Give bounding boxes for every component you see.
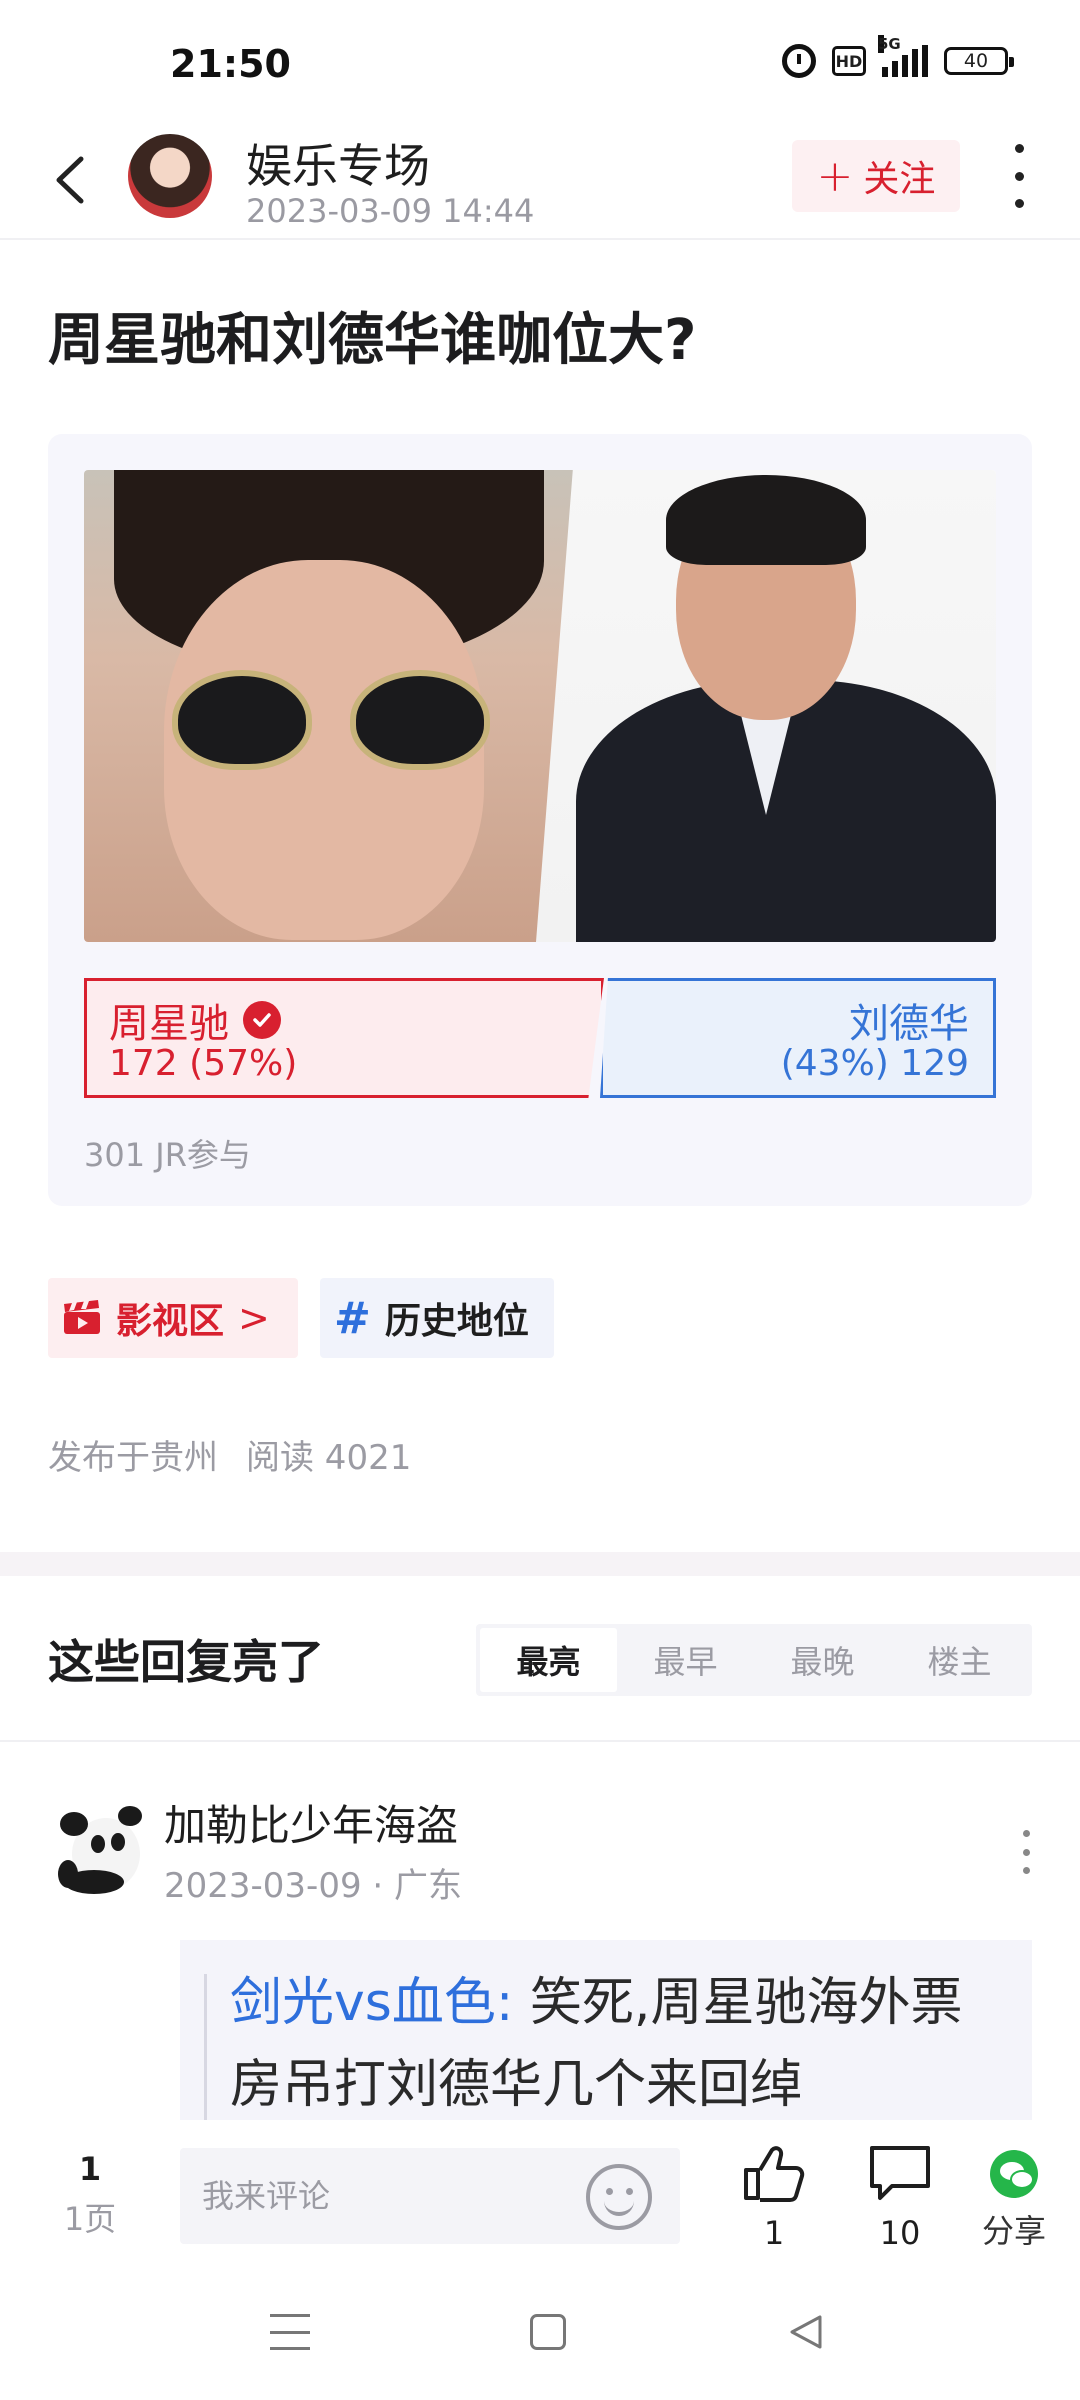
hashtag-icon: # <box>334 1292 371 1344</box>
reply-sort-tabs: 最亮 最早 最晚 楼主 <box>476 1624 1032 1696</box>
bottom-action-bar: 1 1页 1 10 分享 <box>0 2120 1080 2270</box>
signal-icon: 5G <box>878 35 928 77</box>
emoji-icon[interactable] <box>586 2164 652 2230</box>
quote-user[interactable]: 剑光vs血色: <box>230 1973 513 2033</box>
vote-participants: 301 JR参与 <box>84 1136 251 1174</box>
home-icon[interactable] <box>530 2314 566 2350</box>
share-label: 分享 <box>981 2212 1046 2250</box>
like-count: 1 <box>763 2214 785 2252</box>
right-option-name: 刘德华 <box>849 1001 969 1047</box>
replies-title: 这些回复亮了 <box>48 1635 324 1689</box>
follow-button[interactable]: + 关注 <box>792 140 960 212</box>
post-title: 周星驰和刘德华谁咖位大? <box>48 308 697 373</box>
tab-brightest[interactable]: 最亮 <box>480 1628 617 1692</box>
page-number: 1 <box>78 2150 102 2188</box>
post-location: 发布于贵州 <box>48 1438 218 1478</box>
left-option-name: 周星驰 <box>109 1001 229 1047</box>
chevron-right-icon: > <box>238 1296 270 1340</box>
tab-latest[interactable]: 最晚 <box>754 1628 891 1692</box>
section-divider <box>0 1552 1080 1576</box>
battery-icon: 40 <box>944 47 1014 75</box>
quoted-reply[interactable]: 剑光vs血色: 笑死,周星驰海外票房吊打刘德华几个来回绰 <box>180 1940 1032 2120</box>
vote-card: 周星驰 172 (57%) 刘德华 (43%) 129 301 JR参与 <box>48 434 1032 1206</box>
status-time: 21:50 <box>170 42 291 86</box>
tab-op-only[interactable]: 楼主 <box>891 1628 1028 1692</box>
vote-option-left[interactable]: 周星驰 172 (57%) <box>84 978 604 1098</box>
status-bar: 21:50 HD 5G 40 <box>0 0 1080 130</box>
vote-photos <box>84 470 996 942</box>
quote-text: 剑光vs血色: 笑死,周星驰海外票房吊打刘德华几个来回绰 <box>230 1962 1010 2120</box>
commenter-name[interactable]: 加勒比少年海盗 <box>164 1792 458 1853</box>
system-nav-bar <box>0 2270 1080 2400</box>
sunglasses-illustration <box>172 670 492 780</box>
right-option-photo[interactable] <box>536 470 996 942</box>
alarm-icon <box>782 44 816 78</box>
nav-back-icon[interactable] <box>788 2314 824 2350</box>
thumbs-up-icon <box>744 2146 805 2202</box>
channel-name[interactable]: 娱乐专场 <box>246 130 430 196</box>
left-option-count: 172 (57%) <box>109 1043 298 1084</box>
page-label: 1页 <box>63 2200 117 2238</box>
clapperboard-icon <box>62 1300 102 1336</box>
board-tag[interactable]: 影视区 > <box>48 1278 298 1358</box>
plus-icon: + <box>816 150 854 202</box>
tab-earliest[interactable]: 最早 <box>617 1628 754 1692</box>
wechat-icon <box>990 2150 1038 2198</box>
comment-input-box <box>180 2148 680 2244</box>
comment-more-icon[interactable] <box>1020 1830 1032 1874</box>
comment-count: 10 <box>879 2214 921 2252</box>
commenter-avatar[interactable] <box>54 1796 144 1896</box>
topic-tag-label: 历史地位 <box>384 1301 529 1342</box>
vote-option-right[interactable]: 刘德华 (43%) 129 <box>600 978 996 1098</box>
comment-bubble-icon <box>870 2146 930 2200</box>
vote-bar: 周星驰 172 (57%) 刘德华 (43%) 129 <box>84 978 996 1098</box>
hd-icon: HD <box>832 46 866 76</box>
share-button[interactable]: 分享 <box>964 2144 1064 2252</box>
back-arrow-icon[interactable] <box>40 150 100 210</box>
quote-bar <box>204 1974 207 2120</box>
recent-apps-icon[interactable] <box>270 2314 310 2350</box>
comment-input[interactable] <box>202 2148 562 2244</box>
post-meta: 发布于贵州 阅读 4021 <box>48 1430 411 1479</box>
post-timestamp: 2023-03-09 14:44 <box>246 192 535 230</box>
comment-meta: 2023-03-09 · 广东 <box>164 1866 463 1906</box>
checkmark-icon <box>243 1001 281 1039</box>
page-indicator[interactable]: 1 1页 <box>60 2150 120 2240</box>
post-header: 娱乐专场 2023-03-09 14:44 + 关注 <box>0 130 1080 240</box>
battery-level: 40 <box>963 50 989 72</box>
network-type: 5G <box>878 35 901 53</box>
like-button[interactable]: 1 <box>724 2144 824 2252</box>
replies-divider <box>0 1740 1080 1742</box>
post-reads: 阅读 4021 <box>246 1438 412 1478</box>
board-tag-label: 影视区 <box>116 1301 225 1342</box>
comments-button[interactable]: 10 <box>850 2144 950 2252</box>
more-options-icon[interactable] <box>1004 144 1034 208</box>
right-option-count: (43%) 129 <box>780 1043 969 1084</box>
status-icons: HD 5G 40 <box>782 35 1014 78</box>
follow-label: 关注 <box>863 159 936 200</box>
topic-tag[interactable]: # 历史地位 <box>320 1278 554 1358</box>
channel-avatar[interactable] <box>128 134 212 218</box>
